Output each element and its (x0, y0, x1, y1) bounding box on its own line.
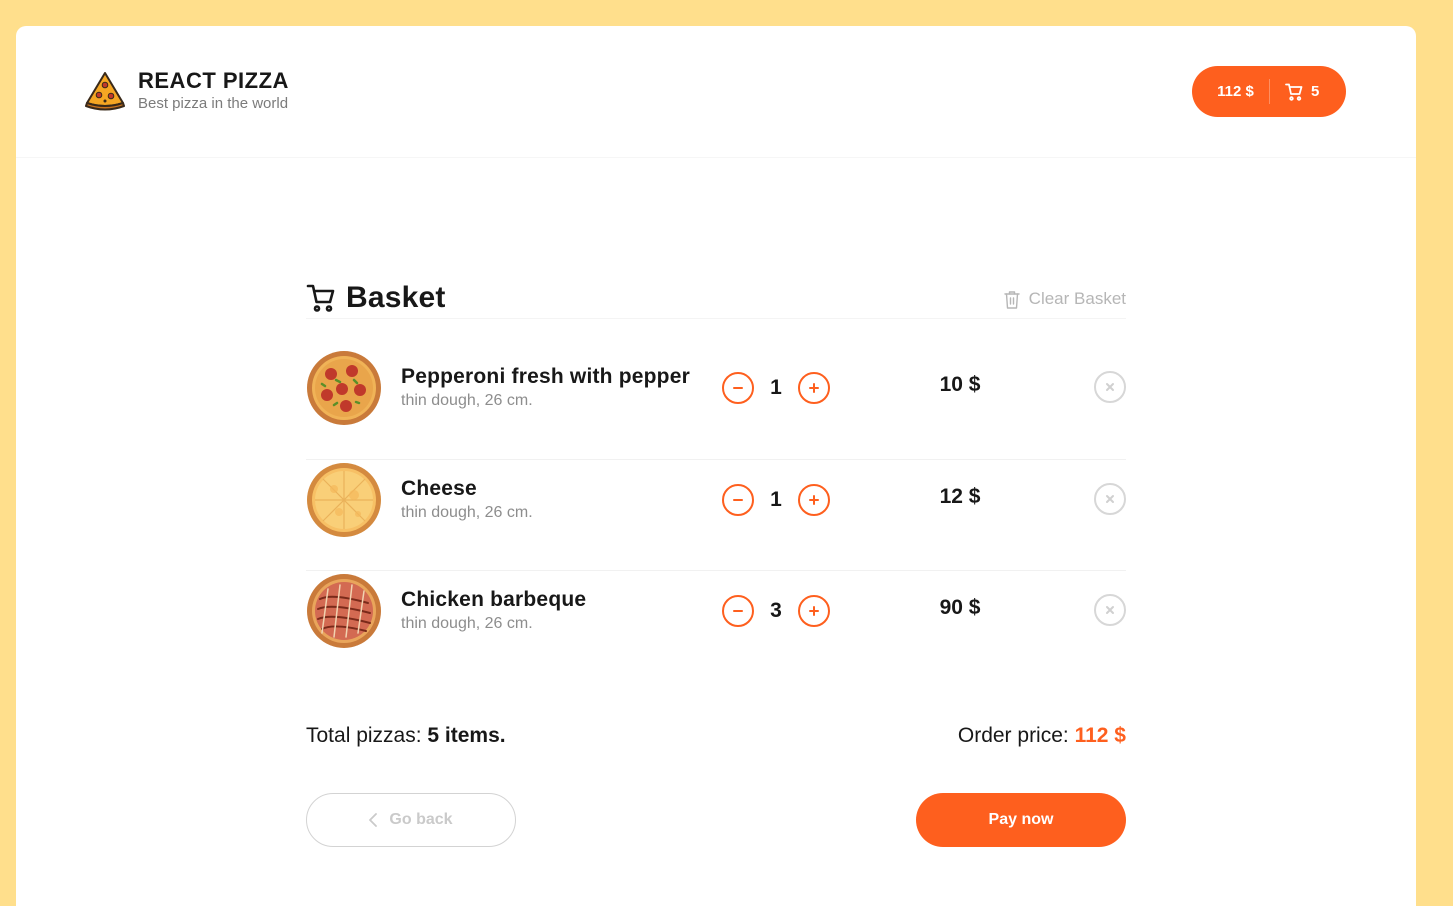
plus-icon (809, 495, 819, 505)
close-icon (1106, 606, 1114, 614)
item-price: 12 $ (939, 485, 981, 508)
plus-icon (809, 383, 819, 393)
item-price: 10 $ (939, 373, 981, 396)
item-quantity: 1 (770, 376, 782, 399)
minus-icon (733, 387, 743, 389)
trash-icon (1003, 290, 1020, 309)
clear-basket-label: Clear Basket (1028, 289, 1126, 308)
logo-subtitle: Best pizza in the world (138, 95, 289, 112)
total-pizzas-label: Total pizzas: (306, 724, 422, 747)
remove-item-button[interactable] (1094, 371, 1126, 403)
item-name: Cheese (401, 477, 477, 500)
basket-item: Cheese thin dough, 26 cm. 1 12 $ (306, 459, 1126, 570)
quantity-stepper: 1 (722, 371, 830, 405)
app-container: REACT PIZZA Best pizza in the world 112 … (16, 26, 1416, 906)
remove-item-button[interactable] (1094, 594, 1126, 626)
basket-item: Pepperoni fresh with pepper thin dough, … (306, 348, 1126, 459)
basket-items: Pepperoni fresh with pepper thin dough, … (306, 348, 1126, 681)
item-quantity: 1 (770, 488, 782, 511)
decrease-button[interactable] (722, 484, 754, 516)
quantity-stepper: 3 (722, 594, 830, 628)
basket-actions: Go back Pay now (306, 793, 1126, 848)
increase-button[interactable] (798, 372, 830, 404)
close-icon (1106, 495, 1114, 503)
item-quantity: 3 (770, 599, 782, 622)
item-name: Chicken barbeque (401, 588, 587, 611)
header-cart-count: 5 (1311, 83, 1320, 100)
item-price: 90 $ (939, 596, 981, 619)
bbq-pizza-image (307, 574, 381, 648)
decrease-button[interactable] (722, 372, 754, 404)
basket-item: Chicken barbeque thin dough, 26 cm. 3 90… (306, 570, 1126, 681)
clear-basket-button[interactable]: Clear Basket (1003, 289, 1126, 309)
basket: Basket Clear Basket Pepperoni fresh with… (306, 281, 1126, 847)
close-icon (1106, 383, 1114, 391)
quantity-stepper: 1 (722, 483, 830, 517)
decrease-button[interactable] (722, 595, 754, 627)
pizza-logo-icon (85, 72, 125, 111)
basket-header: Basket Clear Basket (306, 281, 1126, 319)
go-back-label: Go back (389, 811, 453, 828)
order-price-value: 112 $ (1074, 724, 1126, 747)
item-name: Pepperoni fresh with pepper (401, 365, 690, 388)
plus-icon (809, 606, 819, 616)
item-description: thin dough, 26 cm. (401, 392, 533, 409)
header: REACT PIZZA Best pizza in the world 112 … (16, 26, 1416, 158)
header-cart-button[interactable]: 112 $ 5 (1192, 66, 1346, 117)
order-price: Order price: 112 $ (958, 724, 1126, 748)
basket-summary: Total pizzas: 5 items. Order price: 112 … (306, 724, 1126, 754)
pepperoni-pizza-image (307, 351, 381, 425)
cart-icon (306, 284, 335, 312)
logo[interactable]: REACT PIZZA Best pizza in the world (84, 68, 289, 114)
total-pizzas: Total pizzas: 5 items. (306, 724, 506, 748)
pay-now-button[interactable]: Pay now (916, 793, 1126, 847)
header-cart-price: 112 $ (1217, 83, 1254, 100)
total-pizzas-value: 5 items. (427, 724, 506, 747)
item-description: thin dough, 26 cm. (401, 615, 533, 632)
minus-icon (733, 610, 743, 612)
item-description: thin dough, 26 cm. (401, 504, 533, 521)
logo-title: REACT PIZZA (138, 68, 289, 93)
basket-title: Basket (346, 281, 446, 314)
chevron-left-icon (369, 813, 378, 827)
pay-now-label: Pay now (988, 811, 1054, 828)
cart-icon (1285, 83, 1303, 101)
minus-icon (733, 499, 743, 501)
go-back-button[interactable]: Go back (306, 793, 516, 847)
remove-item-button[interactable] (1094, 483, 1126, 515)
order-price-label: Order price: (957, 724, 1069, 747)
cheese-pizza-image (307, 463, 381, 537)
increase-button[interactable] (798, 484, 830, 516)
increase-button[interactable] (798, 595, 830, 627)
